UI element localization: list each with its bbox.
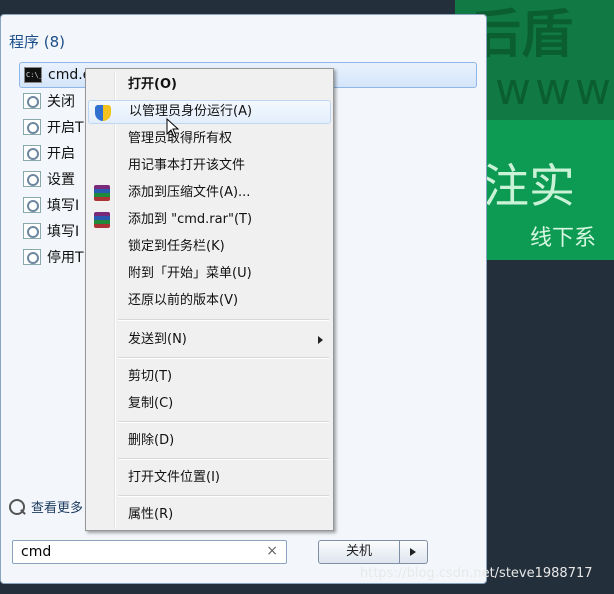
settings-icon (23, 93, 41, 109)
program-label: 开启 (47, 146, 75, 162)
program-label: 填写I (47, 198, 80, 214)
menu-item-cut[interactable]: 剪切(T) (88, 365, 331, 389)
program-label: 停用T (47, 250, 84, 266)
winrar-icon (94, 212, 110, 228)
menu-item-delete[interactable]: 删除(D) (88, 429, 331, 453)
search-input[interactable]: cmd × (12, 540, 287, 564)
menu-item-add-to-archive[interactable]: 添加到压缩文件(A)... (88, 181, 331, 205)
program-label: 填写I (47, 224, 80, 240)
settings-icon (23, 197, 41, 213)
settings-icon (23, 249, 41, 265)
settings-icon (23, 119, 41, 135)
menu-item-open[interactable]: 打开(O) (88, 73, 331, 97)
search-icon (9, 498, 25, 515)
settings-icon (23, 223, 41, 239)
cmd-icon: C:\_ (24, 67, 43, 83)
shutdown-button[interactable]: 关机 (318, 540, 400, 564)
uac-shield-icon (95, 105, 111, 121)
menu-item-copy[interactable]: 复制(C) (88, 392, 331, 416)
search-value: cmd (21, 544, 52, 560)
programs-header: 程序 (8) (9, 33, 66, 51)
menu-item-take-ownership[interactable]: 管理员取得所有权 (88, 127, 331, 151)
context-menu: 打开(O) 以管理员身份运行(A) 管理员取得所有权 用记事本打开该文件 添加到… (85, 68, 334, 531)
program-label: 关闭 (47, 94, 75, 110)
settings-icon (23, 171, 41, 187)
menu-item-properties[interactable]: 属性(R) (88, 503, 331, 527)
menu-item-open-file-location[interactable]: 打开文件位置(I) (88, 466, 331, 490)
menu-separator (118, 495, 329, 497)
see-more-label: 查看更多 (31, 501, 84, 516)
banner-www: www. (495, 64, 614, 115)
watermark-text: https://blog.csdn.net/steve1988717 (360, 566, 593, 581)
menu-item-pin-to-start[interactable]: 附到「开始」菜单(U) (88, 262, 331, 286)
clear-search-icon[interactable]: × (266, 543, 278, 559)
shutdown-options-arrow-icon[interactable] (400, 540, 428, 564)
settings-icon (23, 145, 41, 161)
menu-item-restore-versions[interactable]: 还原以前的版本(V) (88, 289, 331, 313)
submenu-arrow-icon (318, 336, 323, 344)
menu-separator (118, 357, 329, 359)
banner-text-mid: 注实 (483, 159, 575, 213)
winrar-icon (94, 185, 110, 201)
menu-separator (118, 421, 329, 423)
menu-separator (118, 319, 329, 321)
menu-item-open-with-notepad[interactable]: 用记事本打开该文件 (88, 154, 331, 178)
menu-item-pin-to-taskbar[interactable]: 锁定到任务栏(K) (88, 235, 331, 259)
menu-item-add-to-cmd-rar[interactable]: 添加到 "cmd.rar"(T) (88, 208, 331, 232)
menu-separator (118, 458, 329, 460)
program-label: 开启T (47, 120, 84, 136)
program-label: 设置 (47, 172, 75, 188)
menu-item-run-as-admin[interactable]: 以管理员身份运行(A) (88, 100, 331, 124)
menu-item-send-to[interactable]: 发送到(N) (88, 328, 331, 352)
see-more-results-link[interactable]: 查看更多 (9, 497, 83, 516)
banner-text-line: 线下系 (530, 226, 597, 251)
